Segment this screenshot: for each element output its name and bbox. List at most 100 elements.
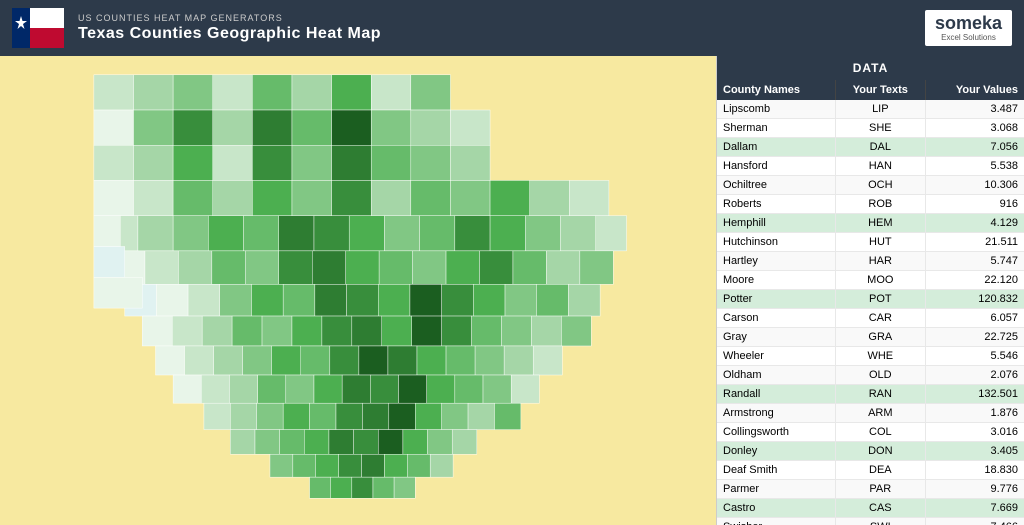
cell-county-code: DON: [835, 442, 925, 461]
cell-county-name: Gray: [717, 328, 835, 347]
cell-county-name: Hutchinson: [717, 233, 835, 252]
texas-flag: [12, 8, 64, 48]
cell-county-name: Sherman: [717, 119, 835, 138]
cell-county-code: OLD: [835, 366, 925, 385]
header: US Counties Heat Map Generators Texas Co…: [0, 0, 1024, 56]
table-row: RandallRAN132.501: [717, 385, 1024, 404]
cell-county-name: Castro: [717, 499, 835, 518]
logo-box: someka Excel Solutions: [925, 10, 1012, 47]
table-row: ArmstrongARM1.876: [717, 404, 1024, 423]
cell-county-value: 3.068: [925, 119, 1024, 138]
table-row: LipscombLIP3.487: [717, 100, 1024, 119]
cell-county-code: ROB: [835, 195, 925, 214]
cell-county-name: Randall: [717, 385, 835, 404]
cell-county-value: 1.876: [925, 404, 1024, 423]
table-row: WheelerWHE5.546: [717, 347, 1024, 366]
cell-county-value: 7.466: [925, 518, 1024, 525]
table-row: PotterPOT120.832: [717, 290, 1024, 309]
cell-county-code: COL: [835, 423, 925, 442]
cell-county-value: 3.405: [925, 442, 1024, 461]
col-your-values: Your Values: [925, 80, 1024, 100]
cell-county-code: HUT: [835, 233, 925, 252]
cell-county-value: 22.120: [925, 271, 1024, 290]
table-row: CollingsworthCOL3.016: [717, 423, 1024, 442]
cell-county-name: Deaf Smith: [717, 461, 835, 480]
cell-county-code: RAN: [835, 385, 925, 404]
cell-county-name: Parmer: [717, 480, 835, 499]
table-row: HartleyHAR5.747: [717, 252, 1024, 271]
cell-county-name: Collingsworth: [717, 423, 835, 442]
cell-county-name: Hemphill: [717, 214, 835, 233]
header-text: US Counties Heat Map Generators Texas Co…: [78, 13, 925, 43]
table-row: GrayGRA22.725: [717, 328, 1024, 347]
cell-county-name: Wheeler: [717, 347, 835, 366]
table-row: ParmerPAR9.776: [717, 480, 1024, 499]
cell-county-value: 120.832: [925, 290, 1024, 309]
cell-county-value: 4.129: [925, 214, 1024, 233]
main-content: DATA County Names Your Texts Your Values…: [0, 56, 1024, 525]
cell-county-code: HEM: [835, 214, 925, 233]
data-table-body: LipscombLIP3.487ShermanSHE3.068DallamDAL…: [717, 100, 1024, 525]
table-row: RobertsROB916: [717, 195, 1024, 214]
cell-county-value: 132.501: [925, 385, 1024, 404]
cell-county-code: SWI: [835, 518, 925, 525]
cell-county-value: 6.057: [925, 309, 1024, 328]
data-section-title: DATA: [717, 56, 1024, 80]
cell-county-code: LIP: [835, 100, 925, 119]
cell-county-name: Moore: [717, 271, 835, 290]
cell-county-code: PAR: [835, 480, 925, 499]
cell-county-code: DEA: [835, 461, 925, 480]
data-panel: DATA County Names Your Texts Your Values…: [716, 56, 1024, 525]
cell-county-name: Lipscomb: [717, 100, 835, 119]
table-row: CastroCAS7.669: [717, 499, 1024, 518]
cell-county-value: 916: [925, 195, 1024, 214]
cell-county-value: 2.076: [925, 366, 1024, 385]
cell-county-value: 10.306: [925, 176, 1024, 195]
cell-county-value: 7.056: [925, 138, 1024, 157]
cell-county-value: 3.016: [925, 423, 1024, 442]
logo-brand: someka: [935, 14, 1002, 34]
cell-county-value: 21.511: [925, 233, 1024, 252]
table-row: OchiltreeOCH10.306: [717, 176, 1024, 195]
cell-county-name: Roberts: [717, 195, 835, 214]
cell-county-value: 5.546: [925, 347, 1024, 366]
cell-county-code: SHE: [835, 119, 925, 138]
cell-county-code: CAR: [835, 309, 925, 328]
cell-county-value: 18.830: [925, 461, 1024, 480]
cell-county-code: CAS: [835, 499, 925, 518]
cell-county-code: HAR: [835, 252, 925, 271]
cell-county-code: OCH: [835, 176, 925, 195]
table-row: MooreMOO22.120: [717, 271, 1024, 290]
header-title: Texas Counties Geographic Heat Map: [78, 25, 925, 43]
table-row: SwisherSWI7.466: [717, 518, 1024, 525]
texas-map: [10, 66, 706, 515]
cell-county-name: Ochiltree: [717, 176, 835, 195]
cell-county-value: 5.747: [925, 252, 1024, 271]
cell-county-name: Swisher: [717, 518, 835, 525]
logo-tagline: Excel Solutions: [935, 34, 1002, 43]
cell-county-code: ARM: [835, 404, 925, 423]
table-row: OldhamOLD2.076: [717, 366, 1024, 385]
table-row: ShermanSHE3.068: [717, 119, 1024, 138]
cell-county-value: 5.538: [925, 157, 1024, 176]
cell-county-name: Hansford: [717, 157, 835, 176]
cell-county-name: Carson: [717, 309, 835, 328]
table-row: DonleyDON3.405: [717, 442, 1024, 461]
cell-county-name: Hartley: [717, 252, 835, 271]
table-row: HutchinsonHUT21.511: [717, 233, 1024, 252]
table-row: Deaf SmithDEA18.830: [717, 461, 1024, 480]
cell-county-code: MOO: [835, 271, 925, 290]
col-your-texts: Your Texts: [835, 80, 925, 100]
table-row: DallamDAL7.056: [717, 138, 1024, 157]
cell-county-code: WHE: [835, 347, 925, 366]
cell-county-code: GRA: [835, 328, 925, 347]
cell-county-name: Oldham: [717, 366, 835, 385]
cell-county-value: 22.725: [925, 328, 1024, 347]
cell-county-name: Armstrong: [717, 404, 835, 423]
cell-county-code: DAL: [835, 138, 925, 157]
table-row: HansfordHAN5.538: [717, 157, 1024, 176]
cell-county-name: Potter: [717, 290, 835, 309]
header-subtitle: US Counties Heat Map Generators: [78, 13, 925, 23]
cell-county-name: Donley: [717, 442, 835, 461]
cell-county-code: HAN: [835, 157, 925, 176]
